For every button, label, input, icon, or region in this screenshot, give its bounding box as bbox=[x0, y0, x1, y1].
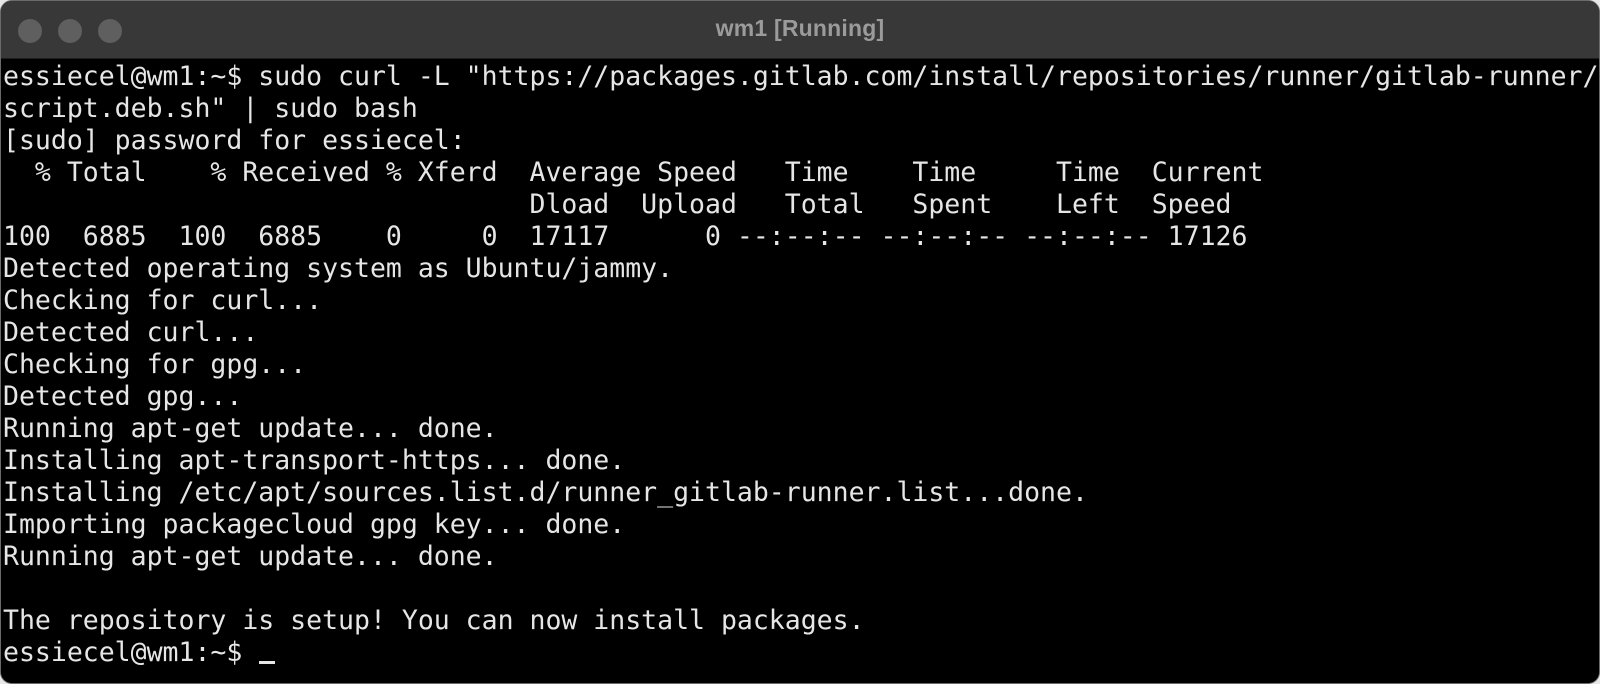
terminal-line: Checking for curl... bbox=[3, 285, 323, 316]
text-cursor bbox=[259, 661, 276, 664]
terminal-line: The repository is setup! You can now ins… bbox=[3, 605, 865, 636]
terminal-line: 100 6885 100 6885 0 0 17117 0 --:--:-- -… bbox=[3, 221, 1248, 252]
terminal-line: script.deb.sh" | sudo bash bbox=[3, 93, 418, 124]
terminal-line: Installing apt-transport-https... done. bbox=[3, 445, 626, 476]
title-bar[interactable]: wm1 [Running] bbox=[1, 1, 1599, 59]
terminal-line: Importing packagecloud gpg key... done. bbox=[3, 509, 626, 540]
terminal-line: Detected curl... bbox=[3, 317, 259, 348]
terminal-line: Running apt-get update... done. bbox=[3, 413, 498, 444]
window-title: wm1 [Running] bbox=[715, 15, 885, 41]
terminal-console[interactable]: essiecel@wm1:~$ sudo curl -L "https://pa… bbox=[1, 61, 1599, 683]
terminal-line: % Total % Received % Xferd Average Speed… bbox=[3, 157, 1264, 188]
terminal-line: [sudo] password for essiecel: bbox=[3, 125, 466, 156]
vm-window: wm1 [Running] essiecel@wm1:~$ sudo curl … bbox=[0, 0, 1600, 684]
terminal-line: Detected gpg... bbox=[3, 381, 243, 412]
terminal-line: Checking for gpg... bbox=[3, 349, 307, 380]
terminal-line: Running apt-get update... done. bbox=[3, 541, 498, 572]
terminal-prompt-line[interactable]: essiecel@wm1:~$ bbox=[3, 637, 276, 669]
terminal-line: Installing /etc/apt/sources.list.d/runne… bbox=[3, 477, 1088, 508]
terminal-line: Detected operating system as Ubuntu/jamm… bbox=[3, 253, 674, 284]
terminal-line: Dload Upload Total Spent Left Speed bbox=[3, 189, 1232, 220]
shell-prompt: essiecel@wm1:~$ bbox=[3, 637, 259, 668]
terminal-line: essiecel@wm1:~$ sudo curl -L "https://pa… bbox=[3, 61, 1599, 92]
